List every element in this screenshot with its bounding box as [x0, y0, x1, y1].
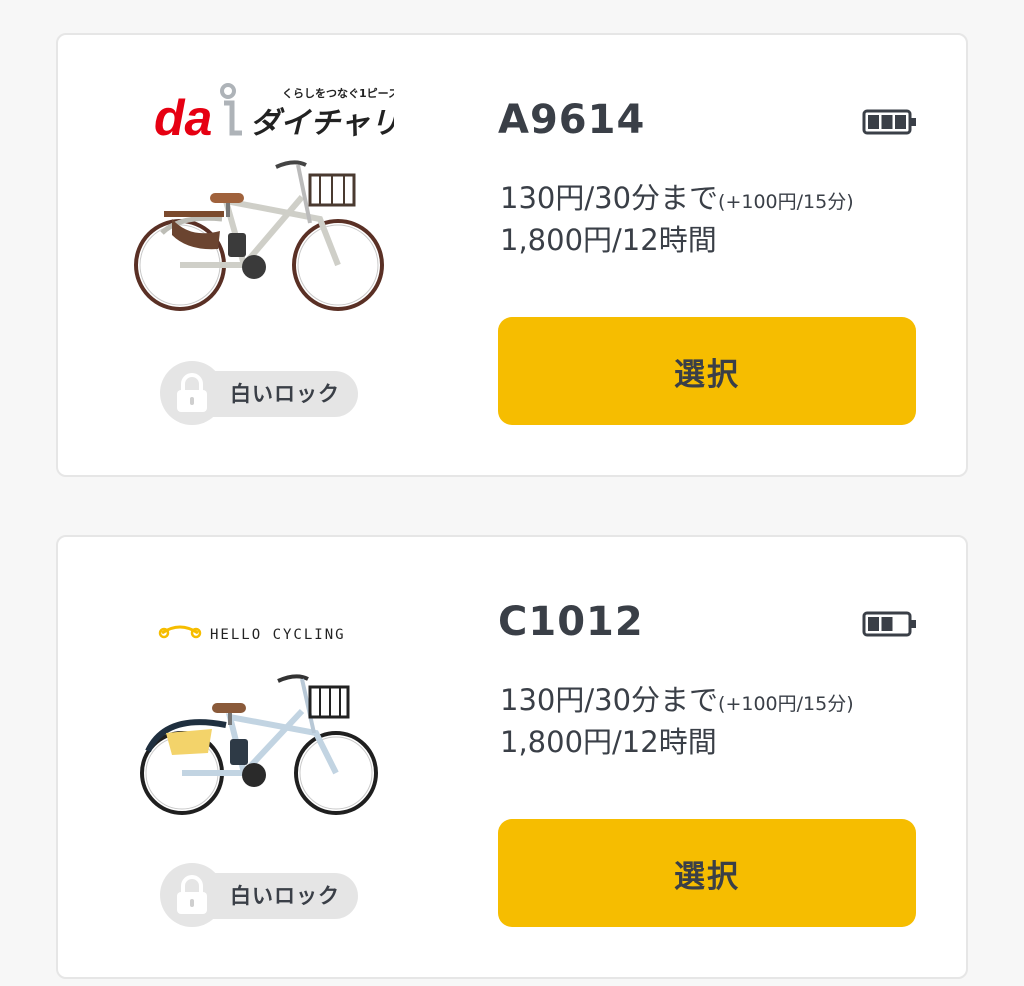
battery-bar — [868, 115, 879, 129]
padlock-icon — [177, 373, 207, 412]
lock-label: 白いロック — [230, 382, 340, 406]
svg-text:ダイチャリ: ダイチャリ — [250, 106, 394, 141]
svg-text:HELLO CYCLING: HELLO CYCLING — [210, 627, 346, 643]
bike-card: da くらしをつなぐ1ピース ダイチャリ 白いロック A9614 130円/30… — [56, 33, 968, 477]
battery-bar — [881, 617, 893, 631]
hello-cycling-logo: HELLO CYCLING — [158, 625, 346, 643]
price-per-30min: 130円/30分まで(+100円/15分) — [500, 181, 854, 215]
svg-text:くらしをつなぐ1ピース: くらしをつなぐ1ピース — [282, 87, 394, 100]
bike-card: HELLO CYCLING 白いロック C1012 130円/30分まで(+10… — [56, 535, 968, 979]
padlock-icon — [177, 875, 207, 914]
lock-type-badge: 白いロック — [160, 361, 358, 425]
lock-label: 白いロック — [230, 884, 340, 908]
select-button[interactable]: 選択 — [498, 819, 916, 927]
lock-type-badge: 白いロック — [160, 863, 358, 927]
battery-bar — [895, 115, 906, 129]
bicycle-image — [134, 160, 384, 311]
price-per-12h: 1,800円/12時間 — [500, 725, 717, 759]
battery-bar — [868, 617, 879, 631]
svg-text:da: da — [154, 90, 212, 145]
bike-id: C1012 — [498, 599, 644, 645]
battery-icon — [862, 611, 916, 637]
daichari-logo: da くらしをつなぐ1ピース ダイチャリ — [154, 83, 394, 145]
battery-bar — [881, 115, 893, 129]
bicycle-image — [140, 674, 378, 815]
price-per-12h: 1,800円/12時間 — [500, 223, 717, 257]
price-per-30min: 130円/30分まで(+100円/15分) — [500, 683, 854, 717]
battery-icon — [862, 109, 916, 135]
select-button[interactable]: 選択 — [498, 317, 916, 425]
bike-id: A9614 — [498, 97, 646, 143]
